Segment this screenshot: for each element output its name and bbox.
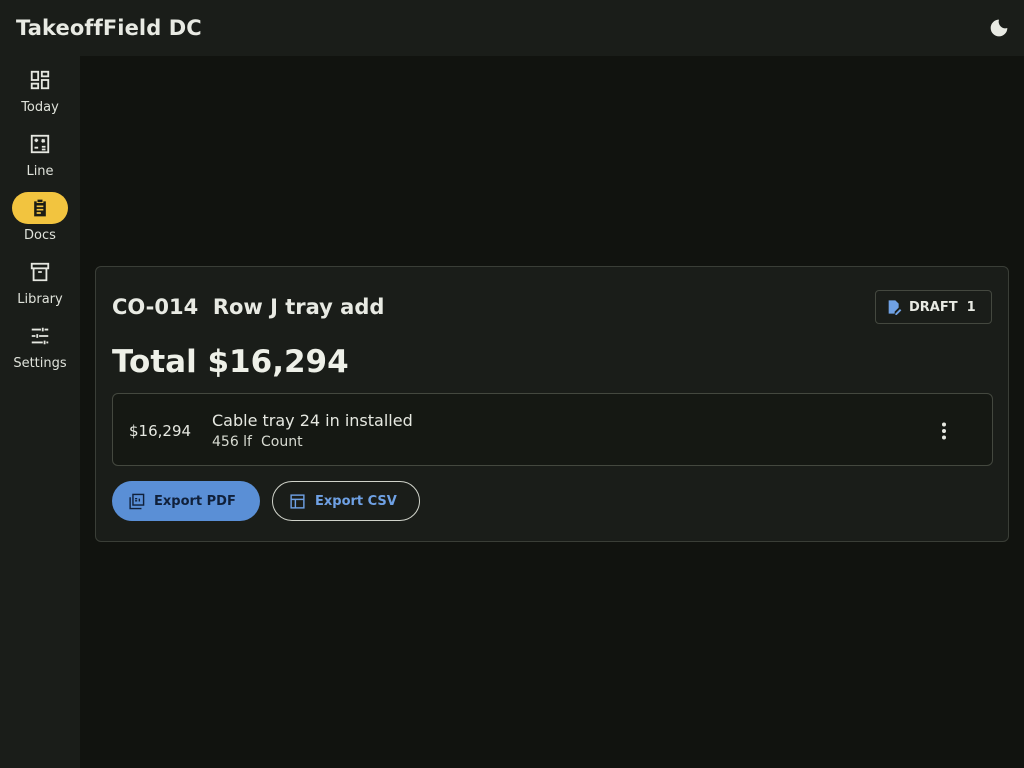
sliders-icon [31,327,49,345]
line-item-details: 456 lf Count [212,434,303,450]
dashboard-icon [30,70,50,90]
status-label: DRAFT [909,299,958,315]
nav-item-settings[interactable]: Settings [0,320,80,376]
nav-label: Today [21,100,59,115]
change-order-card: CO-014 Row J tray add DRAFT 1 Total $16,… [95,266,1009,542]
line-item-description: Cable tray 24 in installed [212,411,413,430]
nav-item-docs[interactable]: Docs [0,192,80,248]
nav-label: Line [26,164,54,179]
status-badge[interactable]: DRAFT 1 [875,290,992,324]
archive-icon [30,262,50,282]
more-options-button[interactable] [934,420,954,442]
nav-item-today[interactable]: Today [0,64,80,120]
nav-item-line[interactable]: Line [0,128,80,184]
total-amount: Total $16,294 [112,344,349,380]
list-item[interactable]: $16,294 Cable tray 24 in installed 456 l… [112,393,993,466]
line-item-quantity: 456 lf [212,434,252,450]
line-item-amount: $16,294 [129,422,192,440]
nav-pill [12,64,68,96]
nav-pill [12,256,68,288]
nav-pill [12,320,68,352]
export-pdf-label: Export PDF [154,493,236,509]
export-csv-label: Export CSV [315,493,397,509]
export-csv-button[interactable]: Export CSV [272,481,420,521]
change-order-title: CO-014 Row J tray add [112,295,385,319]
nav-item-library[interactable]: Library [0,256,80,312]
more-vert-icon [942,422,946,440]
top-app-bar: TakeoffField DC [0,0,1024,56]
nav-pill-active [12,192,68,224]
nav-label: Settings [13,356,67,371]
moon-icon [990,19,1008,37]
app-title: TakeoffField DC [16,16,202,40]
edit-document-icon [888,300,902,315]
line-item-method: Count [261,434,303,450]
pdf-icon [129,493,145,509]
nav-label: Library [17,292,63,307]
theme-toggle-button[interactable] [988,17,1010,39]
status-count: 1 [966,299,976,315]
nav-pill [12,128,68,160]
calculator-icon [30,134,50,154]
nav-label: Docs [24,228,56,243]
navigation-rail: Today Line Docs Library Settings [0,56,80,768]
clipboard-icon [34,199,46,217]
export-pdf-button[interactable]: Export PDF [112,481,260,521]
table-icon [290,493,305,509]
